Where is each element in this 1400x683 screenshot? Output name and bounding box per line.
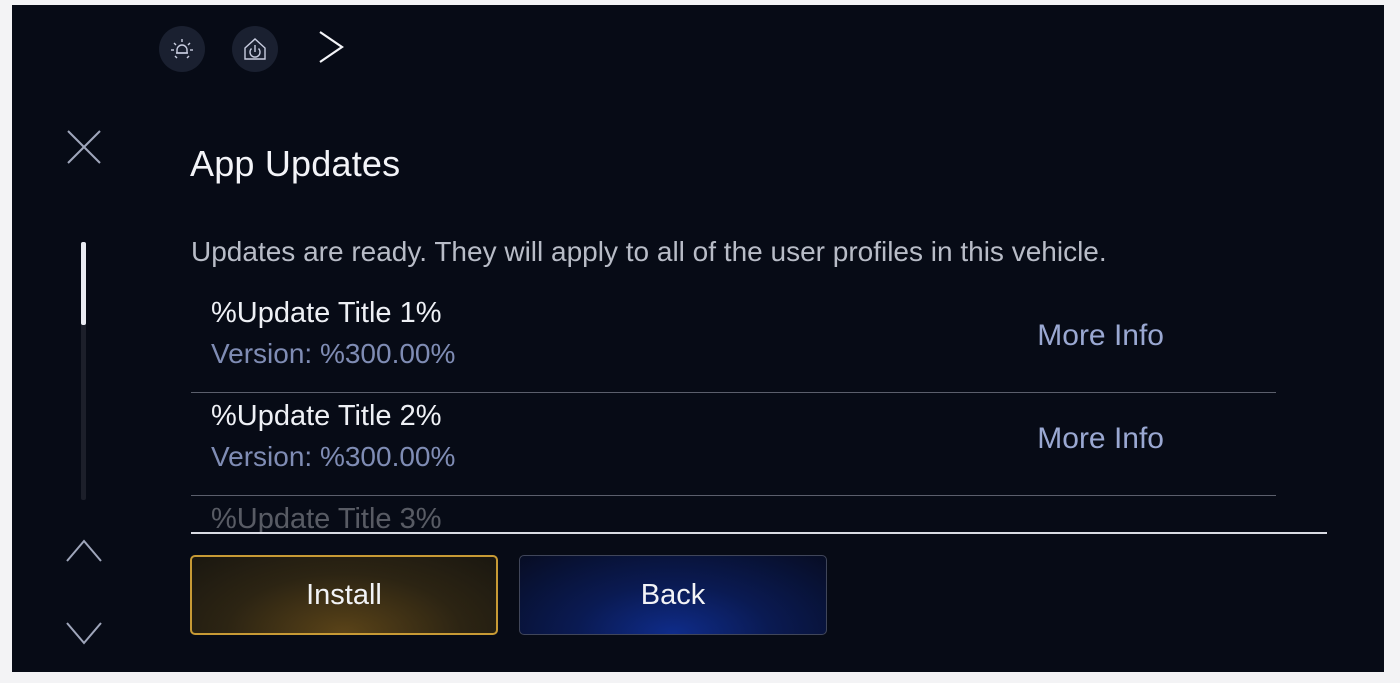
update-version: Version: %300.00% <box>211 338 456 369</box>
update-list-item: %Update Title 1% Version: %300.00% More … <box>191 290 1276 393</box>
scrollbar-track[interactable] <box>81 242 86 500</box>
update-title: %Update Title 2% <box>211 400 442 432</box>
page-title: App Updates <box>190 143 401 184</box>
update-version: Version: %300.00% <box>211 441 456 472</box>
scroll-down-icon[interactable] <box>64 617 104 649</box>
list-bottom-divider <box>191 532 1327 534</box>
back-button[interactable]: Back <box>519 555 827 635</box>
update-list-item: %Update Title 2% Version: %300.00% More … <box>191 393 1276 496</box>
scroll-up-icon[interactable] <box>64 535 104 567</box>
close-icon[interactable] <box>64 127 104 167</box>
home-power-icon[interactable] <box>232 26 278 72</box>
app-updates-screen: App Updates Updates are ready. They will… <box>12 5 1384 672</box>
brightness-icon[interactable] <box>159 26 205 72</box>
more-info-link[interactable]: More Info <box>1037 319 1164 353</box>
page-description: Updates are ready. They will apply to al… <box>191 236 1107 267</box>
update-title: %Update Title 1% <box>211 297 442 329</box>
update-list[interactable]: %Update Title 1% Version: %300.00% More … <box>191 290 1276 536</box>
scrollbar-thumb[interactable] <box>81 242 86 325</box>
chevron-right-icon[interactable] <box>312 27 348 67</box>
update-list-item: %Update Title 3% <box>191 496 1276 536</box>
more-info-link[interactable]: More Info <box>1037 422 1164 456</box>
install-button[interactable]: Install <box>190 555 498 635</box>
